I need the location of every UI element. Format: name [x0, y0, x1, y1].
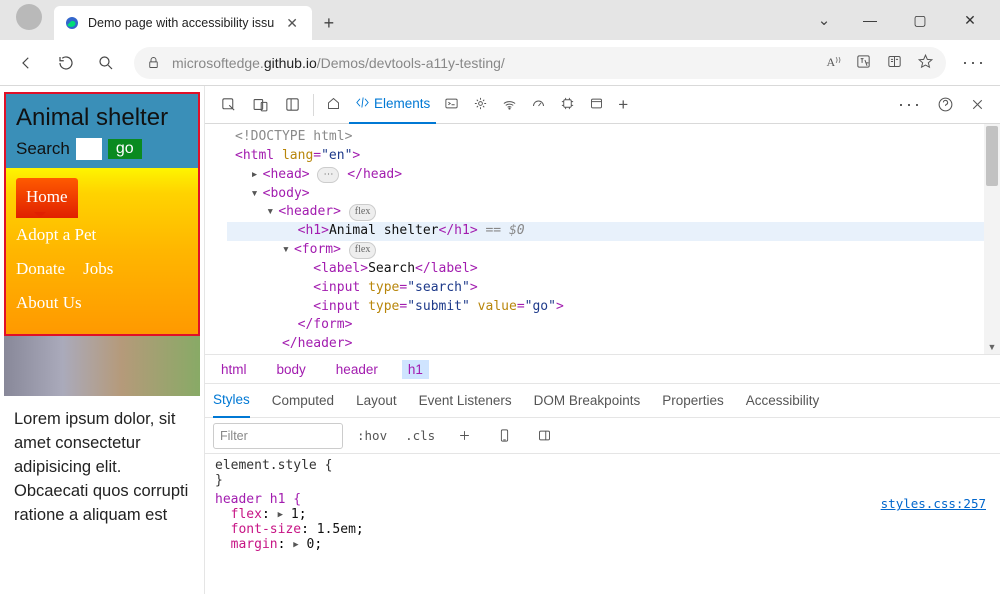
- dom-scrollbar[interactable]: ▲ ▼: [984, 124, 1000, 354]
- page-nav: Home Adopt a Pet Donate Jobs About Us: [6, 168, 198, 334]
- address-bar[interactable]: microsoftedge.github.io/Demos/devtools-a…: [134, 47, 946, 79]
- nav-donate[interactable]: Donate: [16, 252, 65, 286]
- tab-elements[interactable]: Elements: [349, 86, 436, 124]
- styles-rules[interactable]: styles.css:257 element.style { } header …: [205, 454, 1000, 594]
- scroll-down-icon[interactable]: ▼: [984, 340, 1000, 354]
- translate-icon[interactable]: [855, 53, 872, 73]
- tab-network[interactable]: [496, 86, 523, 124]
- tab-console[interactable]: [438, 86, 465, 124]
- new-style-rule-icon[interactable]: [449, 421, 479, 451]
- refresh-button[interactable]: [48, 45, 84, 81]
- page-header: Animal shelter Search go: [6, 94, 198, 168]
- tab-event-listeners[interactable]: Event Listeners: [419, 384, 512, 418]
- styles-filter-input[interactable]: Filter: [213, 423, 343, 449]
- crumb-h1[interactable]: h1: [402, 360, 429, 379]
- back-button[interactable]: [8, 45, 44, 81]
- crumb-header[interactable]: header: [330, 360, 384, 379]
- tab-application[interactable]: [583, 86, 610, 124]
- search-input[interactable]: [76, 138, 102, 160]
- lorem-text: Lorem ipsum dolor, sit amet consectetur …: [0, 396, 204, 540]
- lock-icon: [146, 55, 162, 71]
- scrollbar-thumb[interactable]: [986, 126, 998, 186]
- minimize-button[interactable]: —: [848, 1, 892, 39]
- styles-tabs: Styles Computed Layout Event Listeners D…: [205, 384, 1000, 418]
- tab-computed[interactable]: Computed: [272, 384, 334, 418]
- tab-sources[interactable]: [467, 86, 494, 124]
- tab-properties[interactable]: Properties: [662, 384, 724, 418]
- chevron-down-icon[interactable]: ⌄: [806, 2, 842, 38]
- dom-breadcrumb: html body header h1: [205, 354, 1000, 384]
- tab-accessibility[interactable]: Accessibility: [746, 384, 820, 418]
- url-text: microsoftedge.github.io/Demos/devtools-a…: [172, 55, 505, 71]
- nav-jobs[interactable]: Jobs: [83, 252, 113, 286]
- nav-about[interactable]: About Us: [16, 286, 188, 320]
- profile-avatar[interactable]: [16, 4, 42, 30]
- tab-close-icon[interactable]: ✕: [282, 15, 302, 32]
- help-icon[interactable]: [930, 90, 960, 120]
- new-tab-button[interactable]: +: [312, 6, 346, 40]
- page-viewport: Animal shelter Search go Home Adopt a Pe…: [0, 86, 205, 594]
- dom-tree[interactable]: ⋯ <!DOCTYPE html> <html lang="en"> ▸<hea…: [227, 124, 984, 354]
- crumb-body[interactable]: body: [271, 360, 312, 379]
- browser-tab-active[interactable]: Demo page with accessibility issu ✕: [54, 6, 312, 40]
- read-aloud-icon[interactable]: A⁾⁾: [826, 55, 841, 70]
- tab-title: Demo page with accessibility issu: [88, 16, 274, 30]
- tab-performance[interactable]: [525, 86, 552, 124]
- source-link[interactable]: styles.css:257: [881, 496, 986, 511]
- tab-styles[interactable]: Styles: [213, 384, 250, 418]
- hov-button[interactable]: :hov: [353, 426, 391, 445]
- devtools-panel: Elements + ··· ⋯ <!DOCTYPE html> <html l…: [205, 86, 1000, 594]
- inspect-icon[interactable]: [213, 90, 243, 120]
- search-label: Search: [16, 139, 70, 159]
- devtools-menu-icon[interactable]: ···: [892, 94, 928, 115]
- styles-toolbar: Filter :hov .cls: [205, 418, 1000, 454]
- search-go-button[interactable]: go: [108, 139, 142, 159]
- close-window-button[interactable]: ✕: [948, 1, 992, 39]
- close-devtools-icon[interactable]: [962, 90, 992, 120]
- browser-toolbar: microsoftedge.github.io/Demos/devtools-a…: [0, 40, 1000, 86]
- more-tabs-button[interactable]: +: [612, 86, 634, 124]
- favorite-icon[interactable]: [917, 53, 934, 73]
- search-button[interactable]: [88, 45, 124, 81]
- crumb-html[interactable]: html: [215, 360, 253, 379]
- tab-layout[interactable]: Layout: [356, 384, 397, 418]
- device-emulation-icon[interactable]: [489, 421, 519, 451]
- edge-icon: [64, 15, 80, 31]
- tab-dom-breakpoints[interactable]: DOM Breakpoints: [534, 384, 641, 418]
- maximize-button[interactable]: ▢: [898, 1, 942, 39]
- tab-memory[interactable]: [554, 86, 581, 124]
- page-title: Animal shelter: [16, 104, 188, 132]
- reader-icon[interactable]: [886, 53, 903, 73]
- device-toggle-icon[interactable]: [245, 90, 275, 120]
- dock-icon[interactable]: [277, 90, 307, 120]
- nav-home[interactable]: Home: [16, 178, 78, 218]
- tab-welcome[interactable]: [320, 86, 347, 124]
- devtools-toolbar: Elements + ···: [205, 86, 1000, 124]
- menu-button[interactable]: ···: [956, 52, 992, 73]
- window-titlebar: Demo page with accessibility issu ✕ + ⌄ …: [0, 0, 1000, 40]
- inspector-highlight: Animal shelter Search go Home Adopt a Pe…: [4, 92, 200, 336]
- cat-image: [4, 336, 200, 396]
- cls-button[interactable]: .cls: [401, 426, 439, 445]
- computed-sidebar-icon[interactable]: [529, 421, 559, 451]
